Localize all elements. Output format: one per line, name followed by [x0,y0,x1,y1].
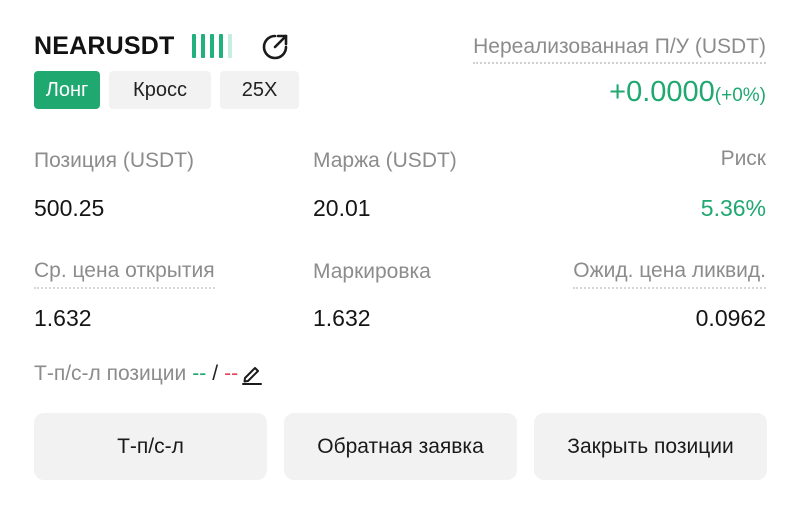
unrealized-pnl-percent: (+0%) [714,85,766,106]
margin-label: Маржа (USDT) [313,149,457,172]
margin-mode-badge[interactable]: Кросс [109,71,211,109]
close-position-button[interactable]: Закрыть позиции [534,413,767,480]
signal-bar [219,34,223,58]
tpsl-separator: / [212,362,219,385]
take-profit-value: -- [192,362,207,385]
entry-price-label[interactable]: Ср. цена открытия [34,257,215,289]
signal-bar [228,34,232,58]
signal-bar [210,34,214,58]
signal-bars-icon [192,34,232,58]
position-side-badge: Лонг [34,71,100,109]
liquidation-price-value: 0.0962 [695,305,766,331]
signal-bar [201,34,205,58]
share-icon-graphic [262,34,288,60]
stop-loss-value: -- [224,362,239,385]
reverse-order-button[interactable]: Обратная заявка [284,413,517,480]
unrealized-pnl-value: +0.0000(+0%) [609,73,766,116]
signal-bar [192,34,196,58]
symbol-title: NEARUSDT [34,32,175,60]
margin-value: 20.01 [313,195,371,221]
mark-price-value: 1.632 [313,305,371,331]
liquidation-price-label[interactable]: Ожид. цена ликвид. [573,257,766,289]
share-icon[interactable] [259,31,291,63]
mark-price-label: Маркировка [313,260,431,283]
pencil-icon[interactable] [240,362,264,386]
unrealized-pnl-amount: +0.0000 [609,76,715,108]
unrealized-pnl-label[interactable]: Нереализованная П/У (USDT) [473,33,766,64]
position-size-label: Позиция (USDT) [34,149,195,172]
pencil-icon-graphic [242,367,263,385]
tpsl-label: Т-п/с-л позиции [34,362,187,385]
position-tpsl-row: Т-п/с-л позиции -- / -- [34,360,264,388]
risk-label: Риск [720,147,766,170]
leverage-badge[interactable]: 25X [220,71,299,109]
entry-price-value: 1.632 [34,305,92,331]
tpsl-button[interactable]: Т-п/с-л [34,413,267,480]
position-size-value: 500.25 [34,195,105,221]
risk-value: 5.36% [700,195,766,221]
